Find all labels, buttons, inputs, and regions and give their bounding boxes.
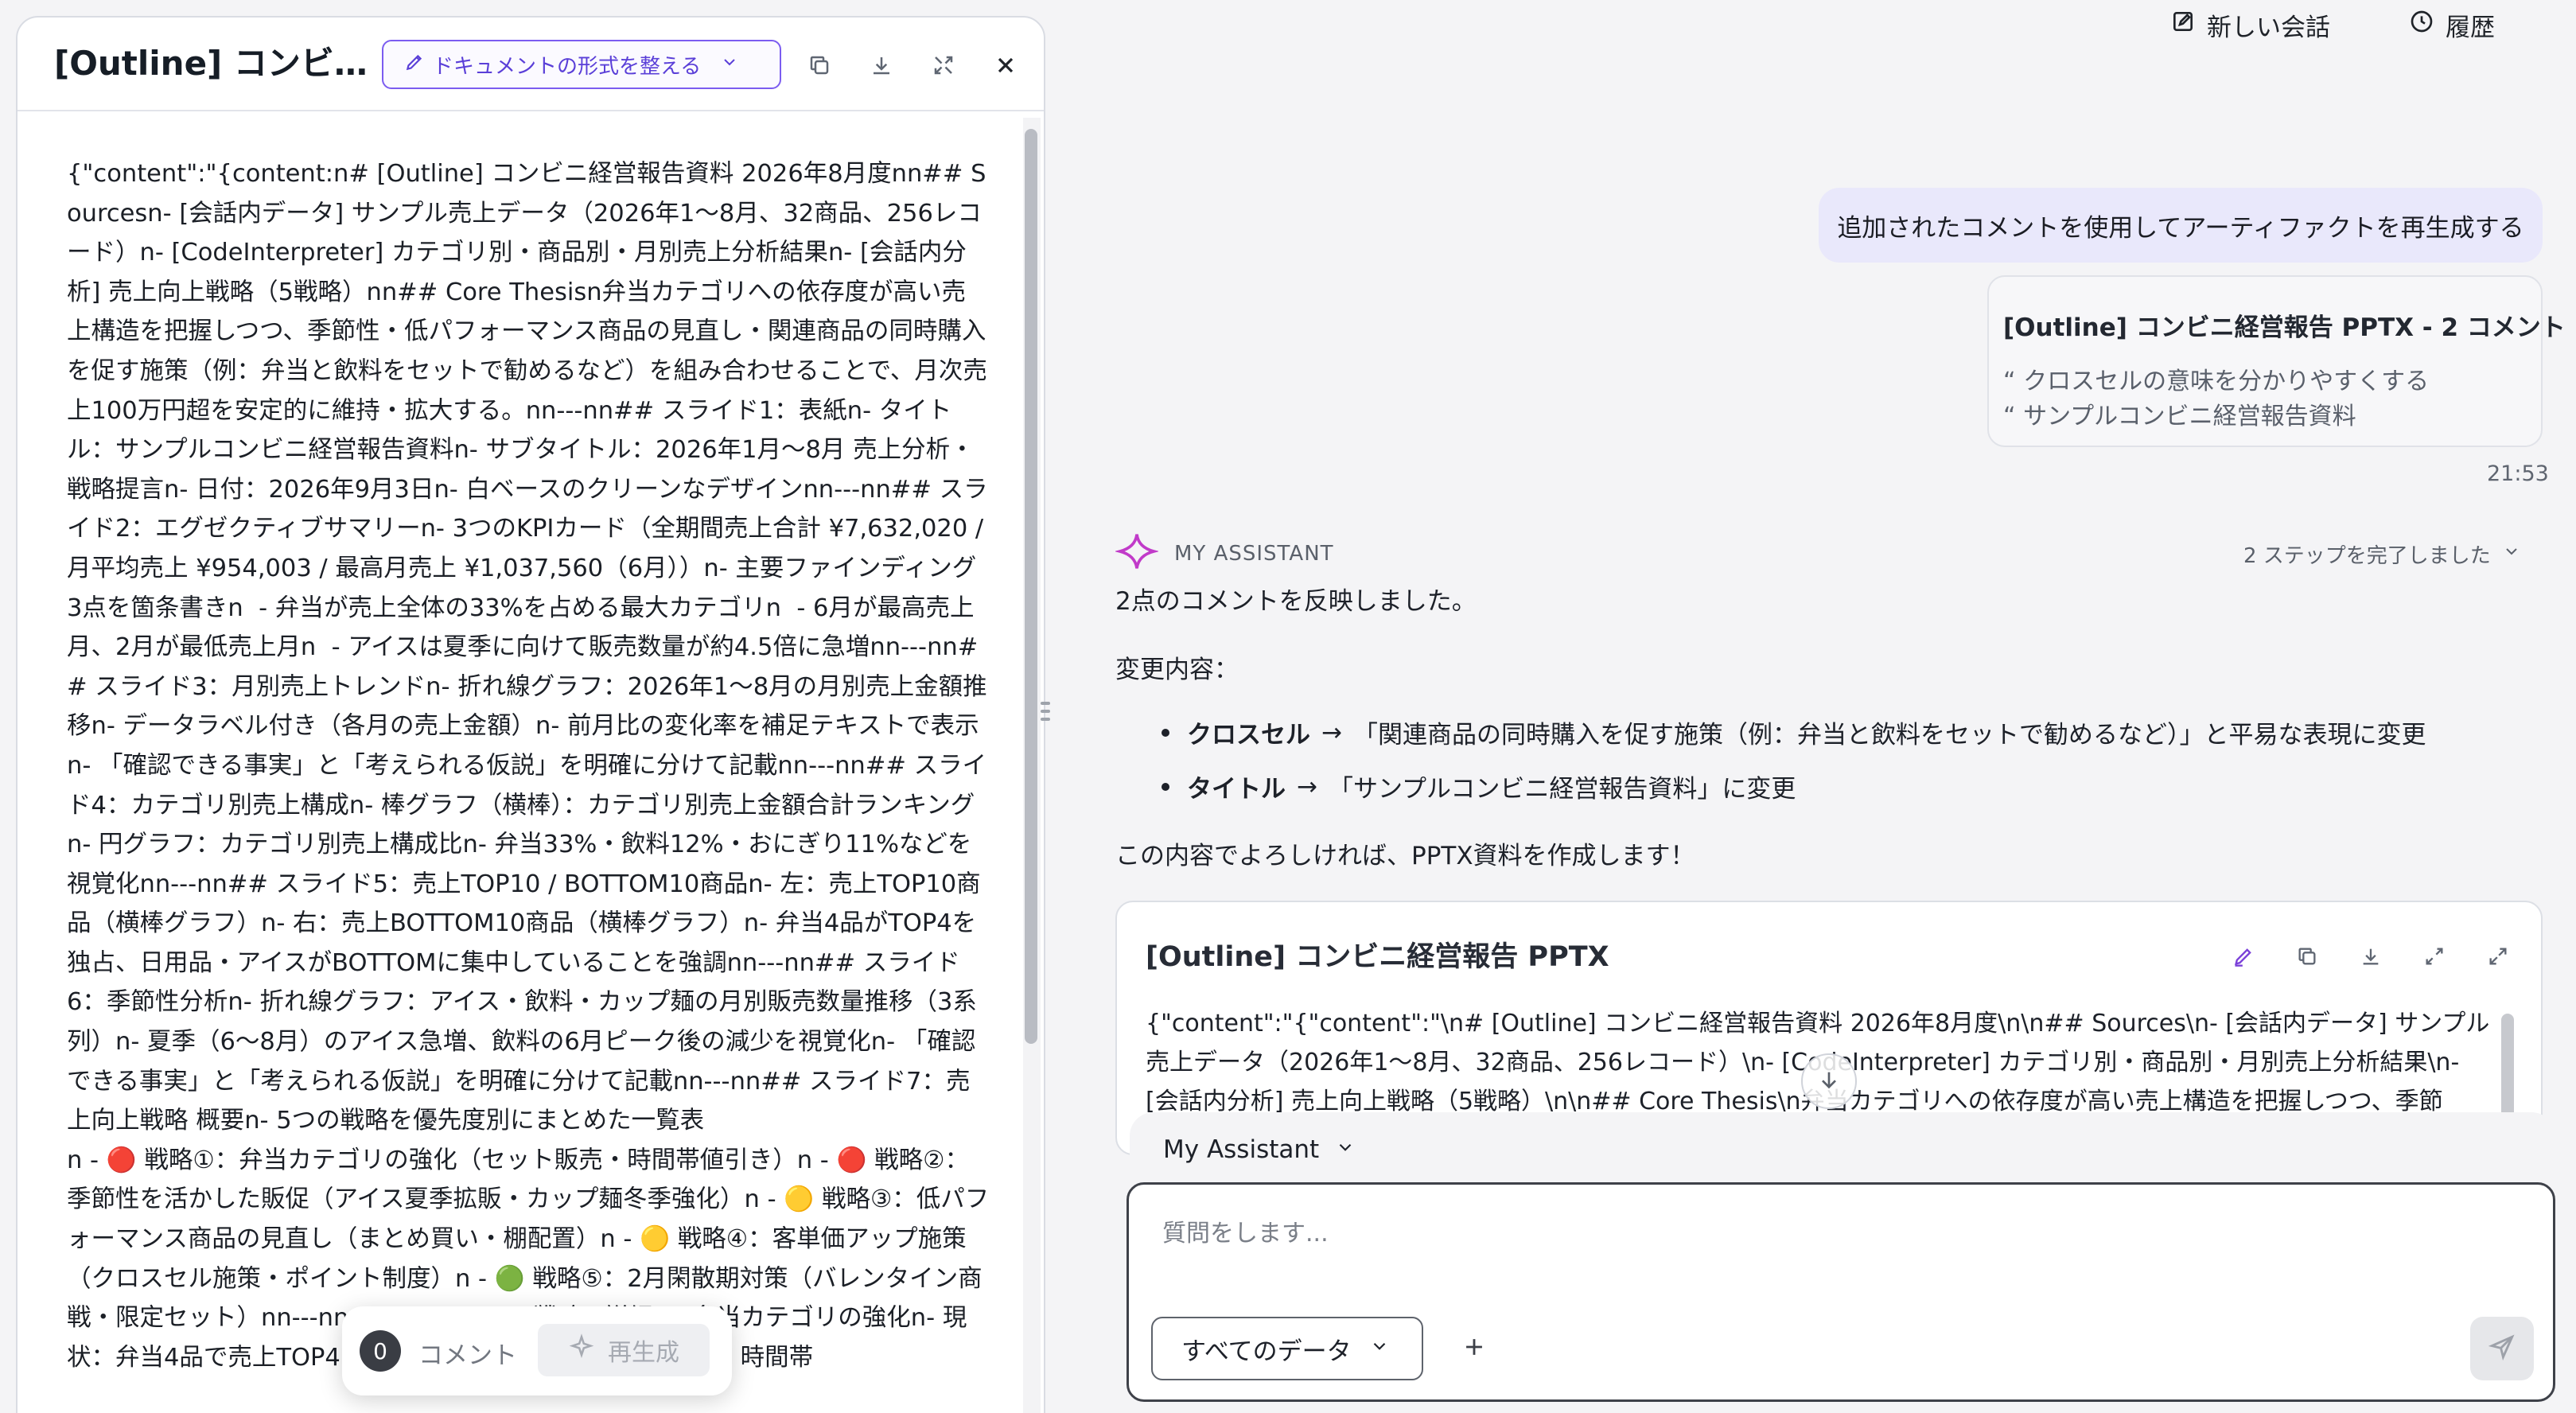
editor-title: [Outline] コンビ… <box>54 44 368 83</box>
change-term: クロスセル <box>1187 721 1310 749</box>
history-button[interactable]: 履歴 <box>2409 6 2495 43</box>
expand-icon[interactable] <box>2482 940 2514 972</box>
format-document-button[interactable]: ドキュメントの形式を整える <box>382 40 781 89</box>
changes-heading: 変更内容： <box>1115 656 1239 684</box>
artifact-content[interactable]: {"content":"{content:n# [Outline] コンビニ経営… <box>67 154 990 1377</box>
artifact-editor-panel: [Outline] コンビ… ドキュメントの形式を整える {"content":… <box>16 16 1045 1413</box>
data-scope-label: すべてのデータ <box>1181 1337 1352 1366</box>
reference-title: [Outline] コンビニ経営報告 PPTX - 2 コメント <box>2003 313 2566 342</box>
comment-count-badge: 0 <box>360 1330 401 1372</box>
arrow: → <box>1297 772 1317 801</box>
assistant-closing: この内容でよろしければ、PPTX資料を作成します！ <box>1115 842 1695 870</box>
send-button[interactable] <box>2470 1317 2534 1380</box>
message-timestamp: 21:53 <box>2487 461 2549 486</box>
sparkle-icon <box>568 1333 595 1367</box>
plus-icon <box>1461 1333 1488 1364</box>
chevron-down-icon <box>1369 1334 1390 1363</box>
steps-toggle[interactable]: 2 ステップを完了しました <box>2243 539 2521 569</box>
close-icon[interactable] <box>988 48 1023 83</box>
comment-label: コメント <box>418 1341 517 1370</box>
change-item: タイトル → 「サンプルコンビニ経営報告資料」に変更 <box>1162 769 1796 804</box>
agent-selector[interactable]: My Assistant <box>1163 1130 1356 1170</box>
comment-reference-card[interactable]: [Outline] コンビニ経営報告 PPTX - 2 コメント “ クロスセル… <box>1987 275 2566 447</box>
collapse-icon[interactable] <box>2418 940 2450 972</box>
clock-icon <box>2409 9 2434 41</box>
composer-input[interactable]: 質問をします... <box>1162 1213 1329 1248</box>
format-document-label: ドキュメントの形式を整える <box>433 54 702 79</box>
download-icon[interactable] <box>864 48 899 83</box>
edit-pen-icon[interactable] <box>2228 940 2259 972</box>
agent-label: My Assistant <box>1163 1135 1320 1164</box>
assistant-intro: 2点のコメントを反映しました。 <box>1115 587 1477 616</box>
history-label: 履歴 <box>2446 13 2495 42</box>
scrollbar-thumb[interactable] <box>1025 129 1037 1044</box>
send-icon <box>2488 1333 2516 1364</box>
data-scope-dropdown[interactable]: すべてのデータ <box>1151 1317 1423 1380</box>
assistant-name: MY ASSISTANT <box>1174 542 1334 566</box>
reference-comment: “ クロスセルの意味を分かりやすくする <box>2003 368 2430 395</box>
new-chat-button[interactable]: 新しい会話 <box>2170 6 2330 43</box>
user-message-bubble: 追加されたコメントを使用してアーティファクトを再生成する <box>1819 188 2543 263</box>
arrow: → <box>1321 718 1342 747</box>
artifact-title: [Outline] コンビニ経営報告 PPTX <box>1146 941 1609 973</box>
change-desc: 「関連商品の同時購入を促す施策（例：弁当と飲料をセットで勧めるなど）」と平易な表… <box>1352 721 2426 749</box>
panel-resize-handle[interactable] <box>1039 692 1052 730</box>
download-icon[interactable] <box>2355 940 2387 972</box>
pen-icon <box>404 52 425 78</box>
collapse-icon[interactable] <box>926 48 961 83</box>
regenerate-label: 再生成 <box>608 1339 679 1367</box>
change-term: タイトル <box>1187 775 1286 804</box>
new-chat-label: 新しい会話 <box>2207 13 2330 42</box>
editor-header: [Outline] コンビ… ドキュメントの形式を整える <box>18 18 1044 111</box>
copy-icon[interactable] <box>2291 940 2323 972</box>
add-attachment-button[interactable] <box>1453 1328 1495 1369</box>
arrow-down-icon <box>1816 1067 1842 1096</box>
app-root: [Outline] コンビ… ドキュメントの形式を整える {"content":… <box>0 0 2576 1413</box>
chevron-down-icon <box>2502 542 2521 566</box>
message-composer[interactable]: 質問をします... すべてのデータ <box>1127 1182 2555 1402</box>
change-item: クロスセル → 「関連商品の同時購入を促す施策（例：弁当と飲料をセットで勧めるな… <box>1162 714 2426 750</box>
reference-comment: “ サンプルコンビニ経営報告資料 <box>2003 403 2356 430</box>
comment-bar: 0 コメント 再生成 <box>342 1306 732 1395</box>
copy-icon[interactable] <box>802 48 837 83</box>
scroll-to-bottom-button[interactable] <box>1801 1053 1857 1109</box>
editor-body[interactable]: {"content":"{content:n# [Outline] コンビニ経営… <box>18 113 1044 1413</box>
regenerate-button[interactable]: 再生成 <box>538 1324 710 1376</box>
change-desc: 「サンプルコンビニ経営報告資料」に変更 <box>1328 775 1796 804</box>
steps-label: 2 ステップを完了しました <box>2243 544 2491 568</box>
chevron-down-icon <box>720 53 739 77</box>
edit-icon <box>2170 9 2196 41</box>
assistant-sparkle-icon <box>1114 530 1160 578</box>
chevron-down-icon <box>1335 1135 1356 1164</box>
assistant-header: MY ASSISTANT <box>1114 530 1334 578</box>
